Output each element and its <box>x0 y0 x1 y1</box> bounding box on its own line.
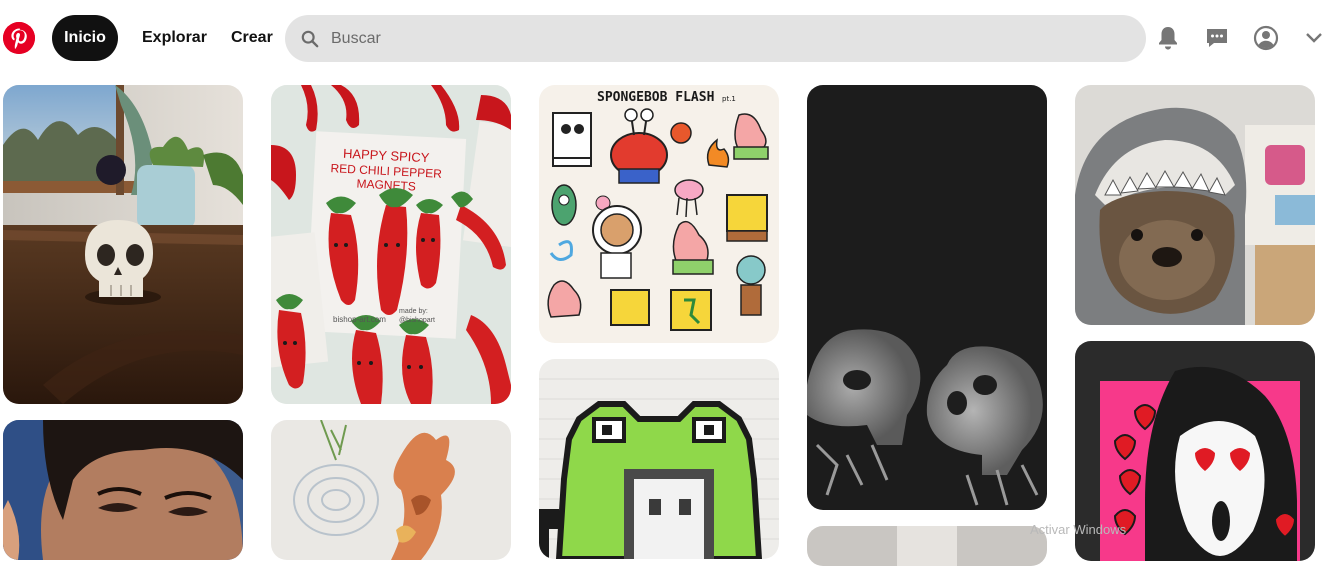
search-icon <box>301 30 319 47</box>
next-pin-image <box>807 526 1047 566</box>
top-navigation-bar: Inicio Explorar Crear <box>0 0 1341 78</box>
chili-credit-short: made by: <box>399 308 428 315</box>
otter-shark-hat-image <box>1075 85 1315 325</box>
chili-credit-text: bishop-art.com <box>333 315 386 324</box>
bell-icon[interactable] <box>1153 23 1183 53</box>
pixel-frog-image <box>539 359 779 559</box>
pin-next-column4[interactable] <box>807 526 1047 566</box>
search-input[interactable] <box>331 29 1111 48</box>
xray-skulls-image <box>807 85 1047 510</box>
nav-create-button[interactable]: Crear <box>219 15 285 61</box>
search-bar[interactable] <box>285 15 1146 62</box>
pinterest-logo-icon[interactable] <box>3 22 35 54</box>
profile-icon[interactable] <box>1251 23 1281 53</box>
woman-portrait-image <box>3 420 243 560</box>
spongebob-title: SPONGEBOB FLASH <box>597 90 714 105</box>
pin-otter-shark-hat[interactable] <box>1075 85 1315 325</box>
skull-figurine-image <box>3 85 243 404</box>
pin-skull-figurine[interactable] <box>3 85 243 404</box>
koi-watercolor-image <box>271 420 511 560</box>
pin-xray-skulls[interactable] <box>807 85 1047 510</box>
spongebob-subtitle: pt.1 <box>722 95 736 103</box>
chevron-down-icon[interactable] <box>1299 23 1329 53</box>
pin-woman-portrait[interactable] <box>3 420 243 560</box>
pin-spongebob-flash[interactable]: SPONGEBOB FLASH pt.1 <box>539 85 779 343</box>
pin-koi-watercolor[interactable] <box>271 420 511 560</box>
spongebob-flash-image: SPONGEBOB FLASH pt.1 <box>539 85 779 343</box>
chili-magnets-image: HAPPY SPICY RED CHILI PEPPER MAGNETS bis… <box>271 85 511 404</box>
nav-explore-button[interactable]: Explorar <box>130 15 219 61</box>
message-icon[interactable] <box>1202 23 1232 53</box>
pin-pixel-frog[interactable] <box>539 359 779 559</box>
windows-activation-watermark: Activar Windows <box>1030 522 1127 537</box>
pin-chili-magnets[interactable]: HAPPY SPICY RED CHILI PEPPER MAGNETS bis… <box>271 85 511 404</box>
nav-home-button[interactable]: Inicio <box>52 15 118 61</box>
chili-credit-handle: @bishopart <box>399 317 435 324</box>
